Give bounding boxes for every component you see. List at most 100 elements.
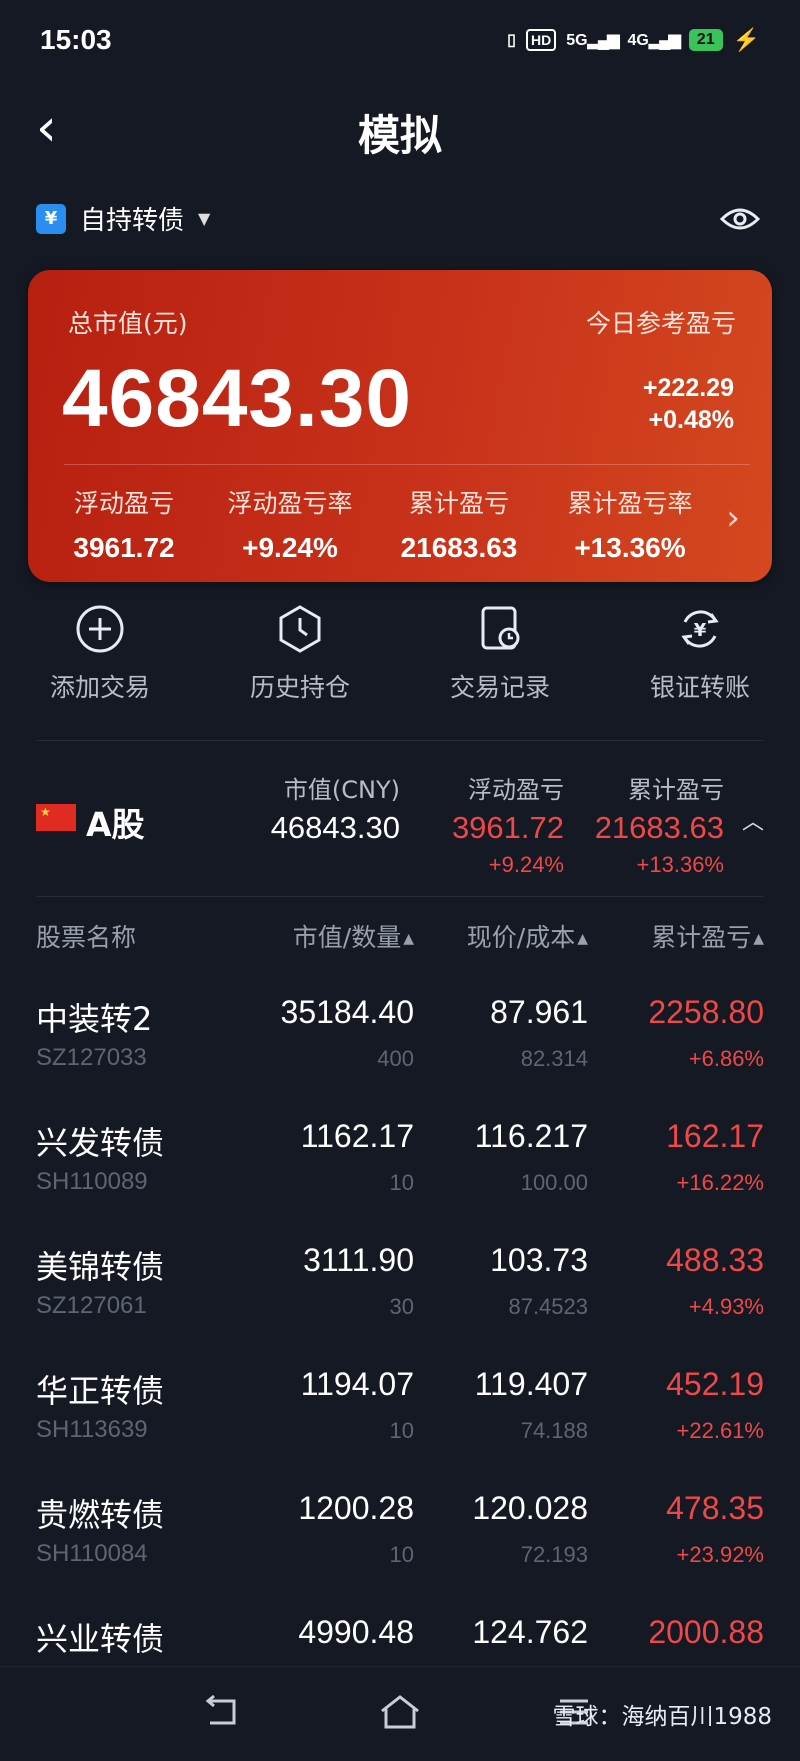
bond-name: 贵燃转债 xyxy=(36,1496,165,1534)
watermark: 雪球：海纳百川1988 xyxy=(552,1704,772,1730)
stat-cumulative-pnl-rate: 累计盈亏率 +13.36% xyxy=(550,484,710,564)
bond-code: SH110089 xyxy=(36,1168,148,1195)
table-row[interactable]: 贵燃转债 SH110084 1200.28 10 120.028 72.193 … xyxy=(0,1484,800,1608)
table-row[interactable]: 美锦转债 SZ127061 3111.90 30 103.73 87.4523 … xyxy=(0,1236,800,1360)
signal-4g-icon: 4G▂▄▆ xyxy=(627,32,681,49)
cumulative-pnl-percent: +13.36% xyxy=(636,852,724,877)
cost-price: 72.193 xyxy=(520,1542,588,1567)
floating-pnl-percent: +9.24% xyxy=(488,852,564,877)
stat-value: +9.24% xyxy=(242,532,338,563)
today-pnl-label: 今日参考盈亏 xyxy=(585,309,736,338)
bond-name: 华正转债 xyxy=(36,1372,165,1410)
stat-label: 累计盈亏率 xyxy=(567,489,693,518)
current-price: 103.73 xyxy=(490,1242,588,1278)
cost-price: 82.314 xyxy=(520,1046,588,1071)
battery-icon: 21 xyxy=(688,29,723,51)
cumulative-pnl-percent: +6.86% xyxy=(688,1046,764,1071)
cumulative-pnl-percent: +4.93% xyxy=(688,1294,764,1319)
bond-name: 中装转2 xyxy=(36,1000,153,1038)
hd-badge: HD xyxy=(525,29,557,51)
column-header-cumulative-pnl[interactable]: 累计盈亏 ▲ xyxy=(651,918,764,954)
plus-circle-icon xyxy=(76,605,124,653)
cumulative-pnl-percent: +22.61% xyxy=(676,1418,764,1443)
chevron-right-icon[interactable]: › xyxy=(726,498,740,538)
stat-floating-pnl-rate: 浮动盈亏率 +9.24% xyxy=(210,484,370,564)
divider xyxy=(36,896,764,897)
trade-records-button[interactable]: 交易记录 xyxy=(410,604,590,704)
table-row[interactable]: 华正转债 SH113639 1194.07 10 119.407 74.188 … xyxy=(0,1360,800,1484)
stat-value: 3961.72 xyxy=(73,532,175,563)
current-price: 116.217 xyxy=(474,1118,588,1154)
cumulative-pnl: 478.35 xyxy=(666,1490,764,1526)
vibrate-icon: ▯ xyxy=(507,32,516,49)
yuan-icon: ¥ xyxy=(36,203,66,234)
svg-text:¥: ¥ xyxy=(694,620,707,641)
table-row[interactable]: 中装转2 SZ127033 35184.40 400 87.961 82.314… xyxy=(0,988,800,1112)
market-value: 35184.40 xyxy=(280,994,414,1030)
account-selector[interactable]: ¥ 自持转债 ▼ xyxy=(36,200,210,237)
bank-transfer-label: 银证转账 xyxy=(649,673,750,702)
charging-icon: ⚡ xyxy=(732,27,760,52)
home-nav-icon[interactable] xyxy=(378,1693,422,1731)
column-header-name: 股票名称 xyxy=(36,923,137,952)
history-positions-button[interactable]: 历史持仓 xyxy=(210,604,390,704)
clock-icon xyxy=(279,605,321,653)
stat-value: 21683.63 xyxy=(400,532,518,563)
add-trade-button[interactable]: 添加交易 xyxy=(10,604,190,704)
bank-transfer-button[interactable]: ¥ 银证转账 xyxy=(610,604,790,704)
status-time: 15:03 xyxy=(40,24,112,55)
today-pnl-value: +222.29 xyxy=(642,374,734,402)
quantity: 400 xyxy=(377,1046,414,1071)
quantity: 10 xyxy=(389,1170,414,1195)
column-header-price[interactable]: 现价/成本 ▲ xyxy=(467,918,588,954)
caret-down-icon: ▼ xyxy=(198,209,211,228)
floating-pnl-header: 浮动盈亏 xyxy=(468,776,564,804)
cumulative-pnl: 488.33 xyxy=(666,1242,764,1278)
cost-price: 74.188 xyxy=(520,1418,588,1443)
history-positions-label: 历史持仓 xyxy=(249,673,350,702)
floating-pnl-value: 3961.72 xyxy=(451,810,564,845)
bond-name: 美锦转债 xyxy=(36,1248,165,1286)
cumulative-pnl: 2000.88 xyxy=(648,1614,764,1650)
system-nav-bar: 雪球：海纳百川1988 xyxy=(0,1666,800,1761)
stat-label: 浮动盈亏率 xyxy=(227,489,353,518)
market-value: 4990.48 xyxy=(298,1614,414,1650)
account-name: 自持转债 xyxy=(80,206,185,236)
stat-label: 浮动盈亏 xyxy=(73,489,174,518)
bond-name: 兴发转债 xyxy=(36,1124,165,1162)
table-row[interactable]: 兴发转债 SH110089 1162.17 10 116.217 100.00 … xyxy=(0,1112,800,1236)
asset-summary-card: 总市值(元) 今日参考盈亏 46843.30 +222.29 +0.48% 浮动… xyxy=(28,270,772,582)
market-value: 1162.17 xyxy=(300,1118,414,1154)
cumulative-pnl-header: 累计盈亏 xyxy=(628,776,724,804)
nav-bar: ‹ 模拟 xyxy=(0,80,800,180)
divider xyxy=(36,740,764,741)
quick-actions: 添加交易 历史持仓 交易记录 ¥ 银证转账 xyxy=(0,604,800,714)
trade-records-label: 交易记录 xyxy=(449,673,550,702)
status-bar: 15:03 ▯ HD 5G▂▄▆ 4G▂▄▆ 21 ⚡ xyxy=(0,0,800,80)
quantity: 30 xyxy=(389,1294,414,1319)
market-value: 1194.07 xyxy=(300,1366,414,1402)
status-icons: ▯ HD 5G▂▄▆ 4G▂▄▆ 21 ⚡ xyxy=(507,27,760,53)
signal-5g-icon: 5G▂▄▆ xyxy=(566,32,619,49)
market-name: A股 xyxy=(86,805,145,844)
cumulative-pnl-value: 21683.63 xyxy=(594,810,724,845)
market-summary-a-share[interactable]: ★ A股 市值(CNY) 46843.30 浮动盈亏 3961.72 +9.24… xyxy=(0,760,800,880)
quantity: 10 xyxy=(389,1418,414,1443)
page-title: 模拟 xyxy=(357,111,442,160)
current-price: 119.407 xyxy=(474,1366,588,1402)
back-nav-icon[interactable] xyxy=(200,1693,242,1731)
stat-label: 累计盈亏 xyxy=(408,489,509,518)
sort-icon: ▲ xyxy=(753,931,764,947)
column-header-market-value[interactable]: 市值/数量 ▲ xyxy=(293,918,414,954)
chevron-up-icon[interactable]: ︿ xyxy=(742,804,764,836)
table-row[interactable]: 兴业转债 4990.48 124.762 2000.88 xyxy=(0,1608,800,1666)
record-icon xyxy=(481,606,520,650)
sort-icon: ▲ xyxy=(403,931,414,947)
market-value: 1200.28 xyxy=(298,1490,414,1526)
total-value-label: 总市值(元) xyxy=(68,309,188,338)
stat-cumulative-pnl: 累计盈亏 21683.63 xyxy=(384,484,534,564)
eye-icon[interactable] xyxy=(720,204,760,234)
cumulative-pnl-percent: +16.22% xyxy=(676,1170,764,1195)
today-pnl-percent: +0.48% xyxy=(648,406,735,434)
bond-code: SH110084 xyxy=(36,1540,148,1567)
